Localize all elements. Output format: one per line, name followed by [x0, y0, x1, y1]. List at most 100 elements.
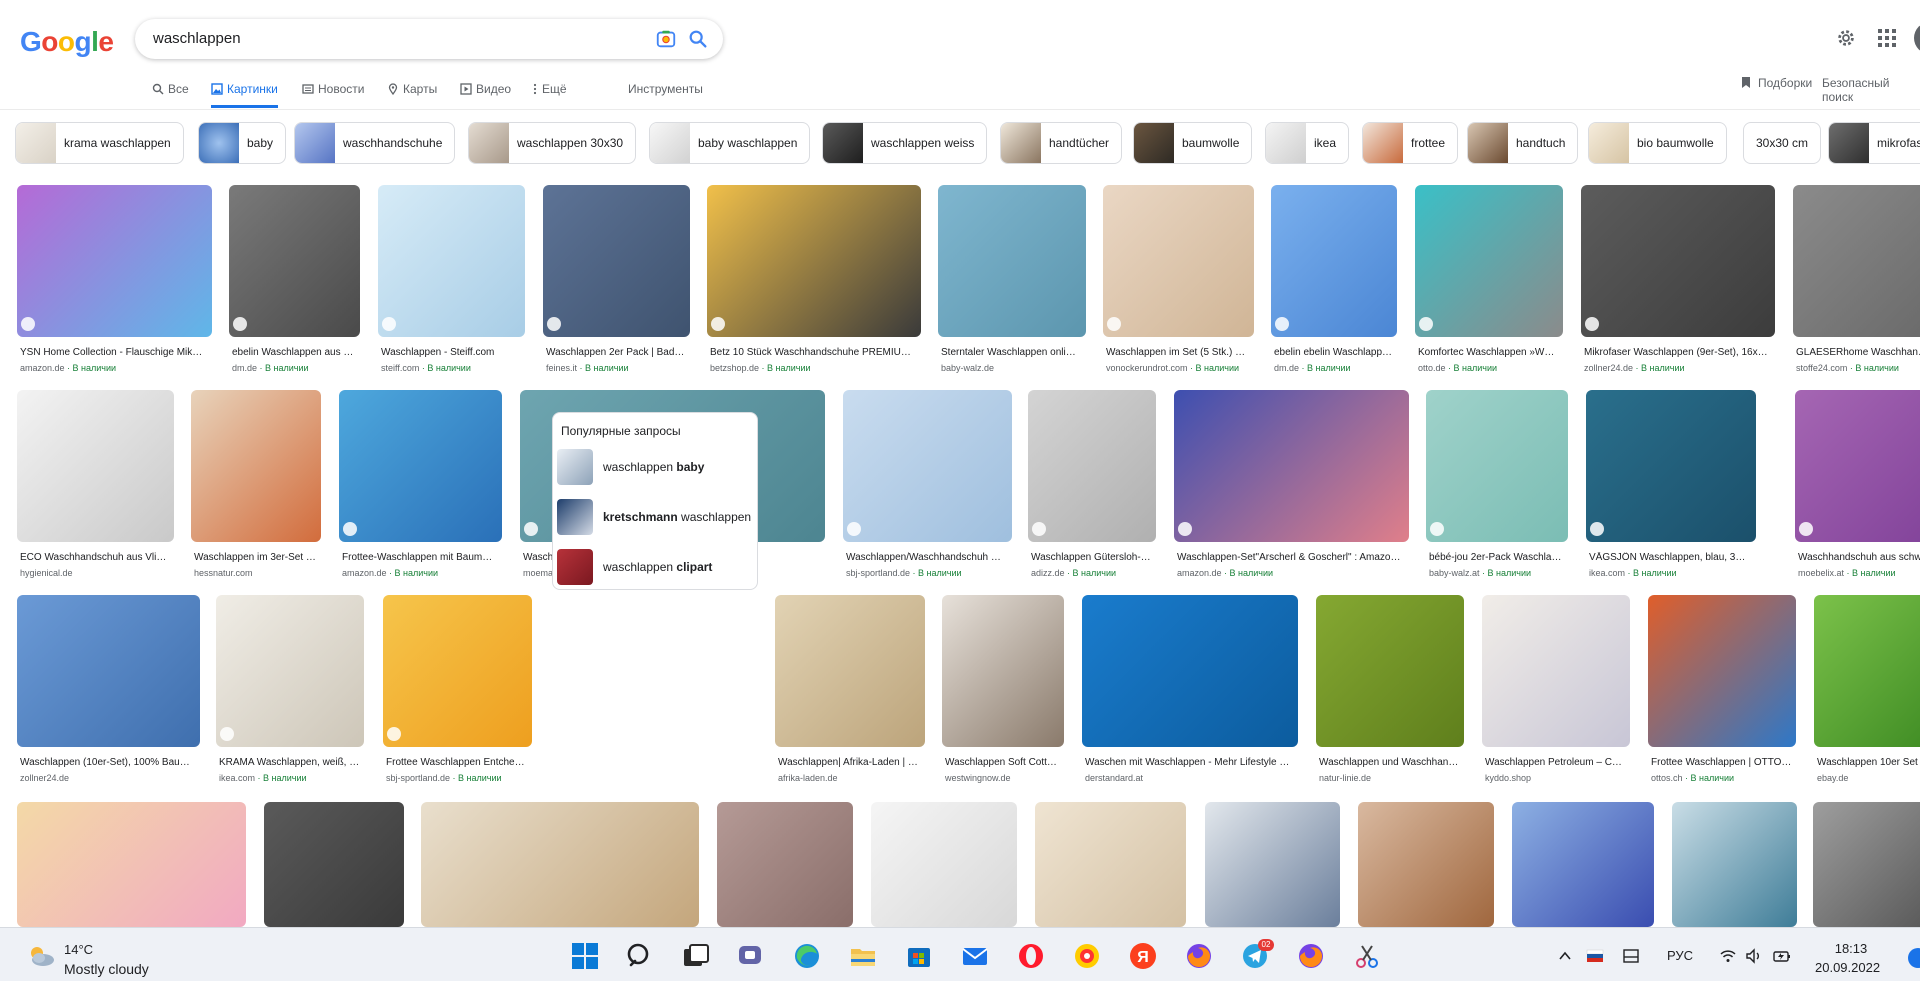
- google-logo[interactable]: Google: [20, 26, 114, 58]
- chip[interactable]: waschhandschuhe: [294, 122, 456, 164]
- yandex-app-icon[interactable]: Я: [1128, 941, 1158, 971]
- collections-button[interactable]: Подборки: [1740, 76, 1812, 90]
- clock-date[interactable]: 20.09.2022: [1815, 960, 1880, 975]
- tab-videos[interactable]: Видео: [460, 82, 511, 108]
- cloudy-weather-icon[interactable]: [26, 944, 56, 968]
- chip[interactable]: mikrofaser: [1828, 122, 1920, 164]
- chip[interactable]: 30x30 cm: [1743, 122, 1822, 164]
- image-thumbnail[interactable]: [1795, 390, 1920, 542]
- image-thumbnail[interactable]: [871, 802, 1017, 927]
- result-title[interactable]: GLAESERhome Waschhandschuh: [1796, 347, 1920, 358]
- volume-icon[interactable]: [1745, 947, 1763, 965]
- clock-time[interactable]: 18:13: [1821, 941, 1881, 956]
- image-thumbnail[interactable]: [1082, 595, 1298, 747]
- image-thumbnail[interactable]: [1415, 185, 1563, 337]
- image-thumbnail[interactable]: [843, 390, 1012, 542]
- result-title[interactable]: ebelin ebelin Waschlapp…: [1274, 347, 1394, 358]
- image-thumbnail[interactable]: [17, 595, 200, 747]
- image-thumbnail[interactable]: [216, 595, 364, 747]
- result-title[interactable]: KRAMA Waschlappen, weiß, …: [219, 757, 361, 768]
- image-thumbnail[interactable]: [17, 390, 174, 542]
- image-thumbnail[interactable]: [17, 185, 212, 337]
- result-source[interactable]: betzshop.de · В наличии: [710, 363, 918, 373]
- result-source[interactable]: amazon.de · В наличии: [20, 363, 209, 373]
- result-title[interactable]: bébé-jou 2er-Pack Waschlappen …: [1429, 552, 1565, 563]
- microsoft-store-icon[interactable]: [904, 941, 934, 971]
- image-thumbnail[interactable]: [938, 185, 1086, 337]
- chip[interactable]: krama waschlappen: [15, 122, 184, 164]
- result-source[interactable]: ikea.com · В наличии: [219, 773, 361, 783]
- result-title[interactable]: Waschlappen im 3er-Set …: [194, 552, 318, 563]
- image-thumbnail[interactable]: [1205, 802, 1340, 927]
- image-thumbnail[interactable]: [191, 390, 321, 542]
- result-source[interactable]: amazon.de · В наличии: [1177, 568, 1406, 578]
- image-thumbnail[interactable]: [1028, 390, 1156, 542]
- image-thumbnail[interactable]: [1103, 185, 1254, 337]
- result-title[interactable]: Waschlappen Gütersloh-…: [1031, 552, 1153, 563]
- result-title[interactable]: VÅGSJÖN Waschlappen, blau, 3…: [1589, 552, 1753, 563]
- image-thumbnail[interactable]: [1586, 390, 1756, 542]
- firefox-icon[interactable]: [1184, 941, 1214, 971]
- taskbar-search-icon[interactable]: [625, 941, 655, 971]
- chip[interactable]: baby: [198, 122, 287, 164]
- chip[interactable]: ikea: [1265, 122, 1350, 164]
- chip[interactable]: waschlappen 30x30: [468, 122, 637, 164]
- russian-flag-icon[interactable]: [1586, 947, 1604, 965]
- result-title[interactable]: Waschlappen und Waschhan…: [1319, 757, 1461, 768]
- result-source[interactable]: zollner24.de · В наличии: [1584, 363, 1772, 373]
- tab-images[interactable]: Картинки: [211, 82, 278, 108]
- file-explorer-icon[interactable]: [848, 941, 878, 971]
- safesearch-button[interactable]: Безопасный поиск: [1822, 76, 1920, 104]
- result-title[interactable]: Mikrofaser Waschlappen (9er-Set), 16x…: [1584, 347, 1772, 358]
- weather-description[interactable]: Mostly cloudy: [64, 961, 149, 977]
- result-source[interactable]: stoffe24.com · В наличии: [1796, 363, 1920, 373]
- telegram-app[interactable]: 02: [1240, 939, 1274, 971]
- chip[interactable]: handtuch: [1467, 122, 1579, 164]
- input-language[interactable]: РУС: [1667, 948, 1693, 963]
- result-source[interactable]: kyddo.shop: [1485, 773, 1627, 783]
- chip[interactable]: baumwolle: [1133, 122, 1253, 164]
- result-title[interactable]: YSN Home Collection - Flauschige Mik…: [20, 347, 209, 358]
- image-thumbnail[interactable]: [707, 185, 921, 337]
- search-box[interactable]: waschlappen: [135, 19, 723, 59]
- result-source[interactable]: moebelix.at · В наличии: [1798, 568, 1920, 578]
- image-thumbnail[interactable]: [1581, 185, 1775, 337]
- gear-icon[interactable]: [1835, 27, 1857, 49]
- result-title[interactable]: Waschlappen - Steiff.com: [381, 347, 522, 358]
- result-source[interactable]: hygienical.de: [20, 568, 171, 578]
- window-layout-icon[interactable]: [1622, 947, 1640, 965]
- result-source[interactable]: sbj-sportland.de · В наличии: [386, 773, 529, 783]
- image-thumbnail[interactable]: [383, 595, 532, 747]
- chip[interactable]: handtücher: [1000, 122, 1123, 164]
- result-source[interactable]: feines.it · В наличии: [546, 363, 687, 373]
- image-thumbnail[interactable]: [1482, 595, 1630, 747]
- popular-search-item[interactable]: waschlappen baby: [557, 447, 755, 487]
- popular-search-item[interactable]: kretschmann waschlappen: [557, 497, 755, 537]
- image-thumbnail[interactable]: [1793, 185, 1920, 337]
- opera-browser-icon[interactable]: [1016, 941, 1046, 971]
- result-title[interactable]: Waschen mit Waschlappen - Mehr Lifestyle…: [1085, 757, 1295, 768]
- chip[interactable]: baby waschlappen: [649, 122, 811, 164]
- search-icon[interactable]: [687, 28, 709, 50]
- image-thumbnail[interactable]: [264, 802, 404, 927]
- image-thumbnail[interactable]: [1174, 390, 1409, 542]
- task-view-icon[interactable]: [681, 941, 711, 971]
- result-source[interactable]: adizz.de · В наличии: [1031, 568, 1153, 578]
- tab-more[interactable]: Ещё: [532, 82, 567, 108]
- result-source[interactable]: afrika-laden.de: [778, 773, 922, 783]
- result-title[interactable]: Waschlappen Petroleum – C…: [1485, 757, 1627, 768]
- popular-search-item[interactable]: waschlappen clipart: [557, 547, 755, 587]
- image-thumbnail[interactable]: [421, 802, 699, 927]
- result-source[interactable]: natur-linie.de: [1319, 773, 1461, 783]
- result-source[interactable]: ebay.de: [1817, 773, 1920, 783]
- result-title[interactable]: Waschlappen 10er Set: [1817, 757, 1920, 768]
- image-thumbnail[interactable]: [543, 185, 690, 337]
- weather-temperature[interactable]: 14°C: [64, 942, 93, 957]
- result-source[interactable]: baby-walz.de: [941, 363, 1083, 373]
- image-thumbnail[interactable]: [1648, 595, 1796, 747]
- camera-lens-icon[interactable]: [655, 28, 677, 50]
- result-title[interactable]: Betz 10 Stück Waschhandschuhe PREMIU…: [710, 347, 918, 358]
- image-thumbnail[interactable]: [717, 802, 853, 927]
- result-source[interactable]: derstandard.at: [1085, 773, 1295, 783]
- result-title[interactable]: Frottee Waschlappen Entche…: [386, 757, 529, 768]
